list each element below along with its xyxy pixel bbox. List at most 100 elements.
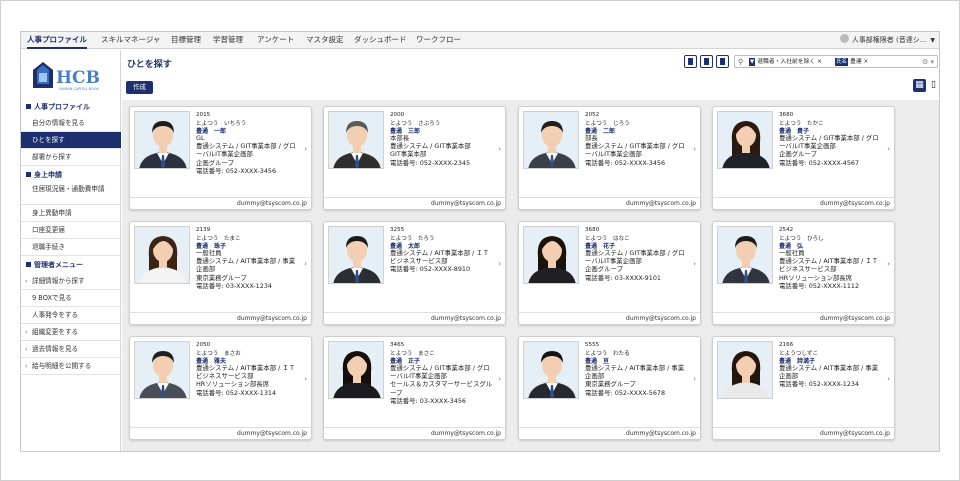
sidebar-item-label: 住居現況届・通勤費申請 bbox=[32, 185, 105, 193]
chevron-right-icon[interactable]: › bbox=[693, 260, 696, 268]
sidebar-item[interactable]: 部署から探す bbox=[21, 149, 121, 166]
person-details: 豊通システム / GIT事業本部 / グロ ーバルIT事業企画部 企画グループ 電話番… bbox=[779, 134, 889, 167]
export-button[interactable] bbox=[684, 55, 697, 68]
person-detail-line: 電話番号: 052-XXXX-2345 bbox=[390, 158, 471, 167]
person-card[interactable]: 2000 とよつう さぶろう 豊通 三郎 本部長 豊通システム / GIT事業本部 GIT… bbox=[323, 106, 506, 210]
person-detail-line: 豊通システム / GIT事業本部 / グロ bbox=[585, 249, 685, 257]
person-details: 豊通システム / AIT事業本部 / ＩＴ ビジネスサービス部 電話番号: 052-… bbox=[390, 249, 500, 274]
page-title: ひとを探す bbox=[127, 60, 172, 70]
grid-view-button[interactable]: ▦ bbox=[913, 79, 926, 92]
user-icon bbox=[839, 34, 849, 43]
sidebar-item[interactable]: 9 BOXで見る bbox=[21, 290, 121, 307]
person-card[interactable]: 2542 とよつう ひろし 豊通 弘一般社員 豊通システム / AIT事業本部 / Ｉ… bbox=[712, 221, 895, 325]
chevron-right-icon[interactable]: › bbox=[498, 260, 501, 268]
sidebar-item-label: 9 BOXで見る bbox=[32, 294, 72, 302]
person-email[interactable]: dummy@tsyscom.co.jp bbox=[519, 427, 700, 439]
person-card[interactable]: 3680 とよつう はなこ 豊通 花子 豊通システム / GIT事業本部 / グロ ーバ… bbox=[518, 221, 701, 325]
nav-tab-workflow[interactable]: ワークフロー bbox=[416, 32, 461, 49]
person-email[interactable]: dummy@tsyscom.co.jp bbox=[130, 312, 311, 324]
chevron-right-icon[interactable]: › bbox=[887, 260, 890, 268]
person-photo bbox=[523, 341, 579, 399]
person-card[interactable]: 3465 とよつう まさこ 豊通 正子 豊通システム / GIT事業本部 / グロ ーバ… bbox=[323, 336, 506, 440]
nav-tab-skill[interactable]: スキルマネージャ bbox=[101, 32, 160, 49]
person-detail-line: ーバルIT事業企画部 bbox=[196, 150, 253, 159]
filter-tag-name[interactable]: 氏名 豊達 × bbox=[833, 58, 870, 66]
nav-tab-goal[interactable]: 目標管理 bbox=[171, 32, 201, 49]
create-button[interactable]: 作成 bbox=[126, 81, 153, 94]
sidebar-item-label: 過去情報を見る bbox=[32, 345, 79, 353]
person-detail-line: HRソリューション部長席 bbox=[779, 273, 853, 282]
person-email[interactable]: dummy@tsyscom.co.jp bbox=[324, 312, 505, 324]
file-icon bbox=[720, 58, 725, 65]
filter-tag-status[interactable]: ▼ 退職者・入社前を除く × bbox=[747, 58, 824, 66]
person-details: 豊通システム / GIT事業本部 / グロ ーバルIT事業企画部 企画グループ 電話番… bbox=[585, 249, 695, 282]
chevron-right-icon[interactable]: › bbox=[304, 375, 307, 383]
sidebar-item-label: 退職手続き bbox=[32, 243, 65, 251]
person-email[interactable]: dummy@tsyscom.co.jp bbox=[324, 197, 505, 209]
person-card[interactable]: 2052 とよつう じろう 豊通 二郎 部長 豊通システム / GIT事業本部 / グロ… bbox=[518, 106, 701, 210]
person-email[interactable]: dummy@tsyscom.co.jp bbox=[519, 197, 700, 209]
person-email[interactable]: dummy@tsyscom.co.jp bbox=[713, 427, 894, 439]
person-email[interactable]: dummy@tsyscom.co.jp bbox=[130, 427, 311, 439]
person-card[interactable]: 5555 とよつう わたる 豊通 亘豊通システム / AIT事業本部 / 事業 企画部… bbox=[518, 336, 701, 440]
person-card[interactable]: 2050 とよつう まさお 豊通 雅夫 豊通システム / AIT事業本部 / ＩＴ ビジ… bbox=[129, 336, 312, 440]
sidebar-item[interactable]: › 過去情報を見る bbox=[21, 341, 121, 358]
svg-text:HUMAN CAPITAL BOOK: HUMAN CAPITAL BOOK bbox=[59, 87, 99, 91]
sidebar-item-label: 自分の情報を見る bbox=[32, 119, 85, 127]
person-email[interactable]: dummy@tsyscom.co.jp bbox=[324, 427, 505, 439]
nav-tab-master[interactable]: マスタ設定 bbox=[306, 32, 344, 49]
sidebar-item[interactable]: › 組織変更をする bbox=[21, 324, 121, 341]
person-email[interactable]: dummy@tsyscom.co.jp bbox=[713, 197, 894, 209]
sidebar-item[interactable]: › 給与明細を公開する bbox=[21, 358, 121, 375]
person-card[interactable]: 2139 とよつう たまこ 豊通 珠子 一般社員 豊通システム / AIT事業本部 / … bbox=[129, 221, 312, 325]
person-detail-line: ビジネスサービス部 bbox=[390, 257, 448, 266]
nav-tab-survey[interactable]: アンケート bbox=[257, 32, 294, 49]
sidebar-item[interactable]: 身上異動申請 bbox=[21, 205, 121, 222]
chevron-right-icon: › bbox=[25, 278, 28, 285]
chevron-right-icon[interactable]: › bbox=[693, 375, 696, 383]
sidebar-item[interactable]: 退職手続き bbox=[21, 239, 121, 256]
person-photo bbox=[717, 226, 773, 284]
chevron-right-icon[interactable]: › bbox=[887, 145, 890, 153]
person-email[interactable]: dummy@tsyscom.co.jp bbox=[130, 197, 311, 209]
person-detail-line: ーバルIT事業企画部 bbox=[779, 142, 836, 151]
person-email[interactable]: dummy@tsyscom.co.jp bbox=[713, 312, 894, 324]
user-menu[interactable]: 人事部権限者 (音達シ... ▼ bbox=[839, 32, 935, 49]
sidebar-item[interactable]: › 詳細情報から探す bbox=[21, 273, 121, 290]
sidebar-item[interactable]: 人事発令をする bbox=[21, 307, 121, 324]
person-card[interactable]: 3680 とよつう たかこ 豊通 貴子 豊通システム / GIT事業本部 / グロ ーバ… bbox=[712, 106, 895, 210]
person-detail-line: 豊通システム / AIT事業本部 / 事業 bbox=[779, 364, 879, 372]
nav-tab-learning[interactable]: 学習管理 bbox=[213, 32, 243, 49]
person-detail-line: 企画グループ bbox=[779, 150, 817, 159]
sidebar-item[interactable]: ひとを探す bbox=[21, 132, 121, 149]
user-label: 人事部権限者 (音達シ... bbox=[851, 36, 927, 44]
person-photo bbox=[523, 226, 579, 284]
chevron-right-icon[interactable]: › bbox=[304, 145, 307, 153]
download-button[interactable] bbox=[716, 55, 729, 68]
person-detail-line: セールス＆カスタマーサービスグル bbox=[390, 380, 493, 389]
svg-text:HCB: HCB bbox=[56, 68, 100, 88]
chevron-right-icon[interactable]: › bbox=[304, 260, 307, 268]
chevron-right-icon[interactable]: › bbox=[887, 375, 890, 383]
filter-tag-name-label: 豊達 bbox=[850, 59, 862, 65]
print-button[interactable] bbox=[700, 55, 713, 68]
chevron-right-icon[interactable]: › bbox=[498, 375, 501, 383]
clear-icon[interactable]: ⚙ ▾ bbox=[922, 57, 934, 67]
list-view-button[interactable]: ▯ bbox=[927, 79, 939, 92]
nav-tab-profile[interactable]: 人事プロファイル bbox=[27, 32, 87, 49]
nav-tab-dashboard[interactable]: ダッシュボード bbox=[354, 32, 407, 49]
chevron-right-icon[interactable]: › bbox=[693, 145, 696, 153]
sidebar-item[interactable]: 口座変更届 bbox=[21, 222, 121, 239]
person-detail-line: ーバルIT事業企画部 bbox=[585, 150, 642, 159]
chevron-right-icon[interactable]: › bbox=[498, 145, 501, 153]
person-card[interactable]: 2166 とようつしずこ 豊通 詩満子 豊通システム / AIT事業本部 / 事業 企画… bbox=[712, 336, 895, 440]
person-detail-line: ーバルIT事業企画部 bbox=[390, 372, 447, 381]
person-detail-line: 豊通システム / AIT事業本部 / 事業 bbox=[585, 364, 685, 372]
person-photo bbox=[717, 111, 773, 169]
sidebar-item[interactable]: 自分の情報を見る bbox=[21, 115, 121, 132]
person-card[interactable]: 3255 とよつう たろう 豊通 太郎 豊通システム / AIT事業本部 / ＩＴ ビジ… bbox=[323, 221, 506, 325]
sidebar-item[interactable]: 住居現況届・通勤費申請 bbox=[21, 183, 121, 205]
person-email[interactable]: dummy@tsyscom.co.jp bbox=[519, 312, 700, 324]
search-filter-input[interactable]: ⚲ ▼ 退職者・入社前を除く × 氏名 豊達 × ⚙ ▾ bbox=[734, 55, 938, 68]
person-card[interactable]: 2015 とよつう いちろう 豊通 一郎 GL 豊通システム / GIT事業本部 / グ… bbox=[129, 106, 312, 210]
